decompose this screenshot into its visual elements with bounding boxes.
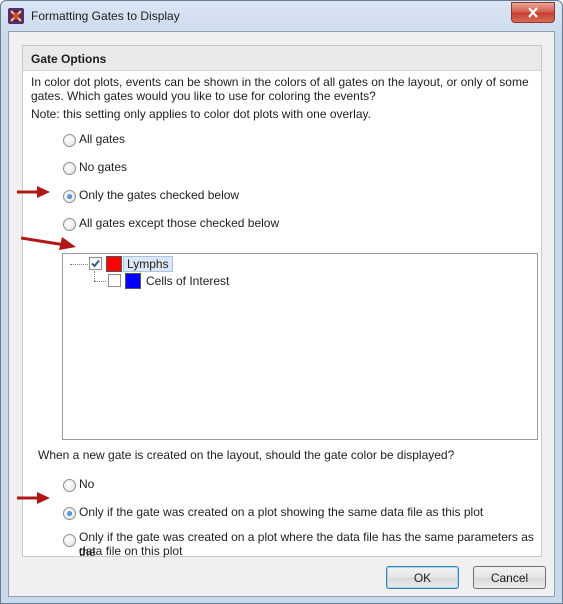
radio-label-line-2[interactable]: data file on this plot: [79, 544, 182, 559]
radio-label[interactable]: Only if the gate was created on a plot s…: [79, 505, 483, 520]
gate-color-swatch: [125, 273, 141, 289]
tree-item-label[interactable]: Cells of Interest: [146, 274, 229, 289]
ok-button[interactable]: OK: [386, 566, 459, 589]
radio-button[interactable]: [63, 507, 76, 520]
radio-button[interactable]: [63, 162, 76, 175]
dialog-window: Formatting Gates to Display Gate Options…: [0, 0, 563, 604]
radio-label[interactable]: No gates: [79, 160, 127, 175]
annotation-arrow-icon: [21, 236, 76, 250]
tree-item-label[interactable]: Lymphs: [123, 256, 173, 272]
dialog-client-area: Gate Options In color dot plots, events …: [8, 31, 555, 597]
description-line-2: gates. Which gates would you like to use…: [31, 89, 376, 103]
close-button[interactable]: [511, 2, 555, 23]
checkmark-icon: [91, 259, 100, 268]
radio-button[interactable]: [63, 534, 76, 547]
description-line-1: In color dot plots, events can be shown …: [31, 75, 529, 89]
radio-button[interactable]: [63, 479, 76, 492]
radio-label[interactable]: Only the gates checked below: [79, 188, 239, 203]
gate-options-group: Gate Options In color dot plots, events …: [22, 45, 542, 559]
radio-label[interactable]: No: [79, 477, 94, 492]
radio-button[interactable]: [63, 134, 76, 147]
checkbox[interactable]: [89, 257, 102, 270]
tree-connector: [94, 281, 106, 282]
gate-color-swatch: [106, 256, 122, 272]
tree-connector: [70, 264, 88, 265]
gate-tree[interactable]: Lymphs Cells of Interest: [62, 253, 538, 440]
group-header: Gate Options: [23, 46, 541, 71]
new-gate-question: When a new gate is created on the layout…: [38, 448, 455, 462]
window-title: Formatting Gates to Display: [31, 9, 180, 23]
radio-button[interactable]: [63, 218, 76, 231]
cancel-button[interactable]: Cancel: [473, 566, 546, 589]
radio-label[interactable]: All gates: [79, 132, 125, 147]
annotation-arrow-icon: [17, 186, 50, 198]
close-icon: [528, 7, 538, 18]
checkbox[interactable]: [108, 274, 121, 287]
group-title: Gate Options: [31, 52, 107, 66]
fcs-express-icon: [8, 8, 24, 24]
annotation-arrow-icon: [17, 492, 50, 504]
radio-button[interactable]: [63, 190, 76, 203]
note-text: Note: this setting only applies to color…: [31, 107, 371, 121]
tree-connector: [94, 271, 95, 281]
title-bar[interactable]: Formatting Gates to Display: [1, 1, 562, 31]
radio-label[interactable]: All gates except those checked below: [79, 216, 279, 231]
